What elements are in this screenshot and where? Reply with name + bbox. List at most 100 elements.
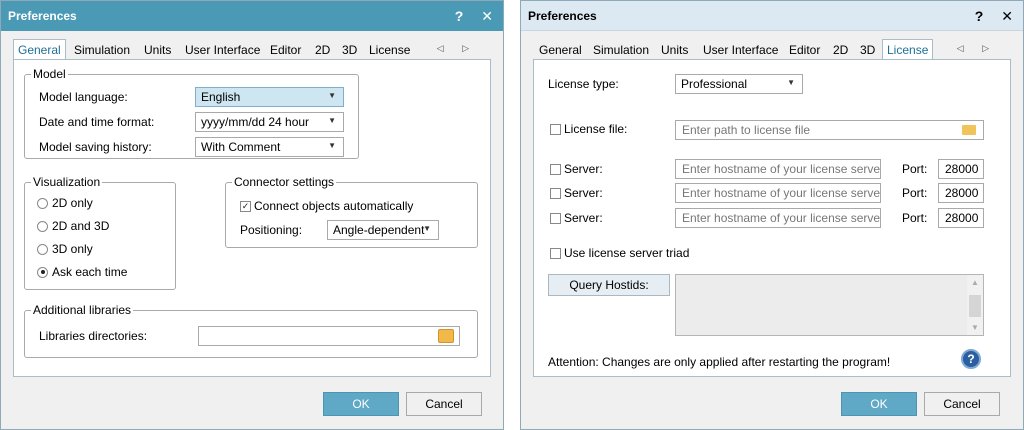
server-3-checkbox[interactable]: Server: — [550, 211, 603, 225]
ok-button[interactable]: OK — [323, 392, 399, 416]
datetime-format-value: yyyy/mm/dd 24 hour — [201, 115, 310, 129]
tab-scroll-arrows[interactable]: ◁ ▷ — [957, 43, 997, 54]
server-3-hostname-input[interactable]: Enter hostname of your license server — [675, 208, 881, 228]
server-1-checkbox[interactable]: Server: — [550, 162, 603, 176]
license-type-label: License type: — [548, 77, 619, 91]
help-icon[interactable]: ? — [975, 8, 984, 24]
help-icon[interactable]: ? — [455, 8, 464, 24]
tab-general[interactable]: General — [13, 39, 66, 60]
hostids-output-area[interactable]: ▲ ▼ — [675, 274, 984, 336]
checkbox-icon — [550, 123, 561, 135]
checkbox-label: License file: — [564, 122, 628, 136]
license-type-dropdown[interactable]: Professional ▼ — [675, 74, 803, 94]
preferences-dialog-general: Preferences ? ✕ General Simulation Units… — [0, 0, 504, 430]
title-bar: Preferences ? ✕ — [1, 1, 503, 31]
license-file-input[interactable]: Enter path to license file — [675, 120, 984, 140]
radio-selected-icon — [37, 266, 48, 278]
tab-user-interface[interactable]: User Interface — [699, 41, 782, 59]
tab-scroll-arrows[interactable]: ◁ ▷ — [437, 43, 477, 54]
tab-editor[interactable]: Editor — [266, 41, 305, 59]
port-1-label: Port: — [902, 162, 928, 176]
model-language-dropdown[interactable]: English ▼ — [195, 87, 344, 107]
radio-circle-icon — [37, 197, 48, 209]
port-3-label: Port: — [902, 211, 928, 225]
saving-history-dropdown[interactable]: With Comment ▼ — [195, 137, 344, 157]
radio-ask-each-time[interactable]: Ask each time — [37, 265, 127, 279]
connect-automatically-checkbox[interactable]: ✓ Connect objects automatically — [240, 199, 413, 213]
chevron-down-icon: ▼ — [328, 91, 336, 100]
scrollbar[interactable]: ▲ ▼ — [967, 275, 983, 335]
checkbox-icon — [550, 187, 561, 199]
radio-2d-and-3d[interactable]: 2D and 3D — [37, 219, 109, 233]
radio-label: Ask each time — [52, 265, 128, 279]
folder-icon[interactable] — [962, 125, 976, 135]
libraries-directories-label: Libraries directories: — [39, 329, 148, 343]
license-file-checkbox[interactable]: License file: — [550, 122, 627, 136]
radio-label: 2D and 3D — [52, 219, 110, 233]
query-hostids-button[interactable]: Query Hostids: — [548, 274, 670, 296]
checkbox-icon — [550, 212, 561, 224]
port-2-input[interactable]: 28000 — [938, 183, 984, 203]
tab-license[interactable]: License — [882, 39, 934, 60]
tab-general[interactable]: General — [535, 41, 586, 59]
radio-label: 2D only — [52, 196, 93, 210]
server-2-hostname-input[interactable]: Enter hostname of your license server — [675, 183, 881, 203]
model-group-title: Model — [31, 67, 68, 81]
tab-simulation[interactable]: Simulation — [70, 41, 134, 59]
tab-3d[interactable]: 3D — [856, 41, 879, 59]
tab-simulation[interactable]: Simulation — [589, 41, 653, 59]
visualization-group-title: Visualization — [31, 175, 103, 189]
checkbox-label: Server: — [564, 186, 603, 200]
checkmark-icon: ✓ — [240, 200, 251, 212]
help-question-icon[interactable]: ? — [961, 349, 981, 369]
scroll-up-icon[interactable]: ▲ — [971, 278, 979, 287]
saving-history-label: Model saving history: — [39, 140, 152, 154]
tab-2d[interactable]: 2D — [311, 41, 334, 59]
checkbox-icon — [550, 163, 561, 175]
checkbox-label: Server: — [564, 162, 603, 176]
close-icon[interactable]: ✕ — [1001, 8, 1013, 25]
connector-settings-title: Connector settings — [232, 175, 337, 189]
scroll-down-icon[interactable]: ▼ — [971, 323, 979, 332]
datetime-format-dropdown[interactable]: yyyy/mm/dd 24 hour ▼ — [195, 112, 344, 132]
additional-libraries-title: Additional libraries — [31, 303, 134, 317]
tab-bar: General Simulation Units User Interface … — [533, 39, 1013, 60]
tab-user-interface[interactable]: User Interface — [181, 41, 264, 59]
positioning-dropdown[interactable]: Angle-dependent ▼ — [327, 220, 439, 240]
tab-2d[interactable]: 2D — [829, 41, 852, 59]
tab-units[interactable]: Units — [657, 41, 692, 59]
radio-circle-icon — [37, 220, 48, 232]
datetime-format-label: Date and time format: — [39, 115, 155, 129]
general-panel: Model Model language: English ▼ Date and… — [13, 59, 491, 377]
scroll-thumb[interactable] — [969, 295, 981, 317]
radio-3d-only[interactable]: 3D only — [37, 242, 93, 256]
radio-2d-only[interactable]: 2D only — [37, 196, 93, 210]
positioning-label: Positioning: — [240, 223, 303, 237]
server-1-hostname-input[interactable]: Enter hostname of your license server — [675, 159, 881, 179]
radio-circle-icon — [37, 243, 48, 255]
close-icon[interactable]: ✕ — [481, 8, 493, 25]
port-1-input[interactable]: 28000 — [938, 159, 984, 179]
tab-3d[interactable]: 3D — [338, 41, 361, 59]
checkbox-label: Connect objects automatically — [254, 199, 414, 213]
port-2-label: Port: — [902, 186, 928, 200]
model-group: Model Model language: English ▼ Date and… — [24, 67, 359, 159]
model-language-value: English — [201, 90, 241, 104]
server-2-checkbox[interactable]: Server: — [550, 186, 603, 200]
license-panel: License type: Professional ▼ License fil… — [533, 59, 1011, 377]
cancel-button[interactable]: Cancel — [924, 392, 1000, 416]
browse-search-icon[interactable] — [438, 329, 454, 343]
visualization-group: Visualization 2D only 2D and 3D 3D only … — [24, 175, 176, 290]
tab-license[interactable]: License — [365, 41, 414, 59]
cancel-button[interactable]: Cancel — [406, 392, 482, 416]
libraries-directories-input[interactable] — [198, 326, 460, 346]
tab-units[interactable]: Units — [140, 41, 175, 59]
checkbox-label: Server: — [564, 211, 603, 225]
port-3-input[interactable]: 28000 — [938, 208, 984, 228]
license-server-triad-checkbox[interactable]: Use license server triad — [550, 246, 689, 260]
ok-button[interactable]: OK — [841, 392, 917, 416]
dialog-title: Preferences — [8, 9, 77, 23]
radio-label: 3D only — [52, 242, 93, 256]
saving-history-value: With Comment — [201, 140, 281, 154]
tab-editor[interactable]: Editor — [785, 41, 824, 59]
